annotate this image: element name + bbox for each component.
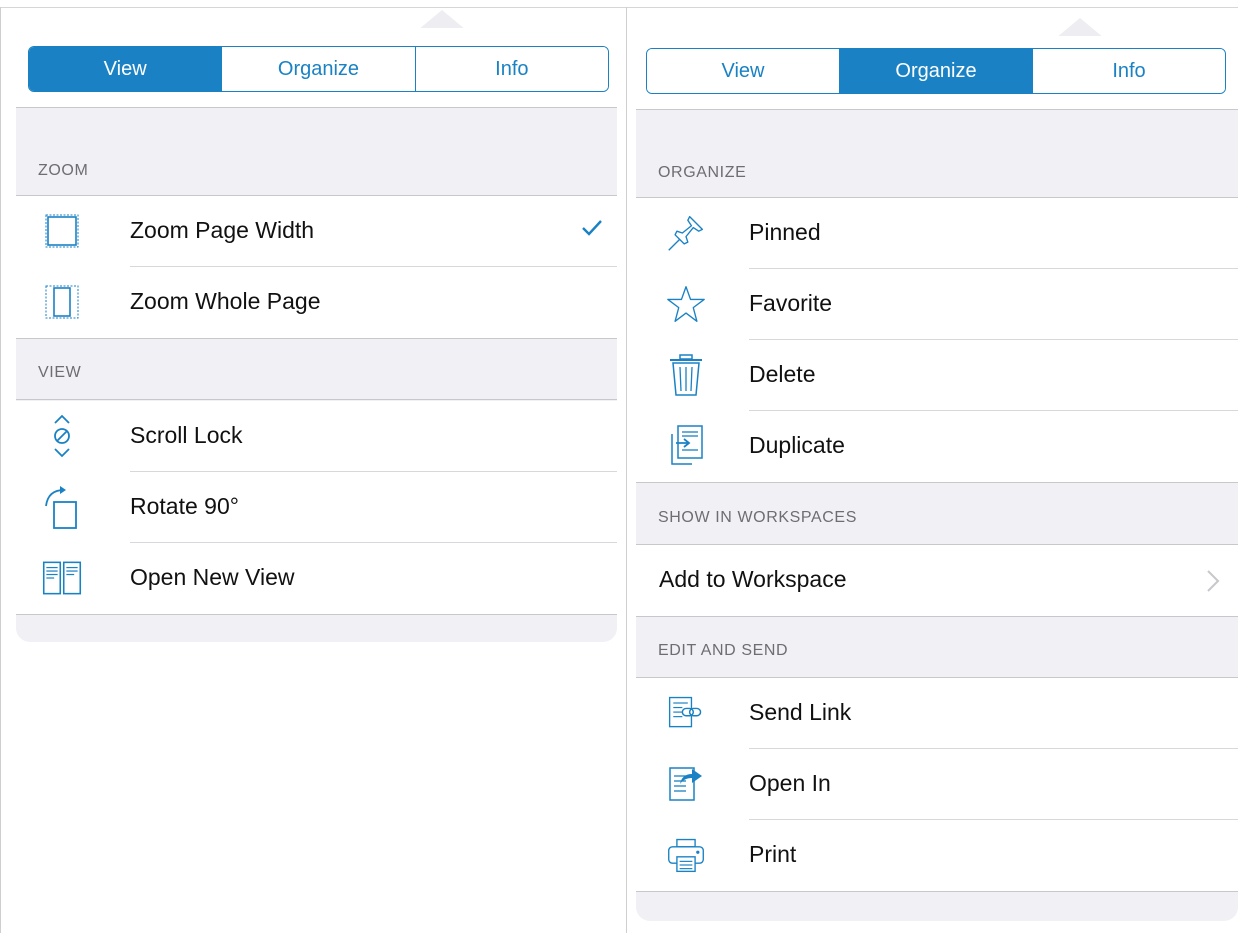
segmented-control: View Organize Info [646,48,1226,94]
section-header-view: VIEW [16,338,617,400]
tab-organize[interactable]: Organize [222,47,416,91]
tab-organize[interactable]: Organize [840,49,1033,93]
menu-item-favorite[interactable]: Favorite [636,269,1238,340]
menu-item-label: Favorite [749,290,833,316]
trash-icon [666,354,706,396]
screen-divider [626,7,627,933]
menu-item-scroll-lock[interactable]: Scroll Lock [16,401,617,472]
menu-item-label: Rotate 90° [130,493,239,519]
popover-arrow-right [1056,18,1104,38]
menu-item-open-new-view[interactable]: Open New View [16,543,617,614]
printer-icon [666,835,706,875]
pin-icon [666,213,706,253]
checkmark-icon [581,218,603,238]
menu-item-pinned[interactable]: Pinned [636,198,1238,269]
section-header-edit-and-send: EDIT AND SEND [636,616,1238,678]
view-list: Scroll Lock Rotate 90° Open New View [16,401,617,615]
menu-item-send-link[interactable]: Send Link [636,678,1238,749]
menu-item-label: Scroll Lock [130,422,243,448]
zoom-whole-page-icon [42,282,82,322]
view-popover: View Organize Info ZOOM Zoom Page Width [16,28,617,642]
popover-arrow-left [418,10,466,30]
star-icon [666,284,706,324]
menu-item-label: Duplicate [749,432,845,458]
open-in-icon [666,764,706,804]
duplicate-icon [666,425,706,466]
menu-item-zoom-page-width[interactable]: Zoom Page Width [16,196,617,267]
section-header-zoom: ZOOM [16,162,617,196]
scroll-lock-icon [42,414,82,458]
menu-item-delete[interactable]: Delete [636,340,1238,411]
chevron-right-icon [1206,569,1220,593]
zoom-page-width-icon [42,211,82,251]
menu-item-rotate[interactable]: Rotate 90° [16,472,617,543]
menu-item-label: Open In [749,770,831,796]
tab-view[interactable]: View [29,47,223,91]
edit-send-list: Send Link Open In Print [636,678,1238,892]
segmented-control: View Organize Info [28,46,609,92]
tab-info[interactable]: Info [415,47,608,91]
menu-item-duplicate[interactable]: Duplicate [636,411,1238,482]
organize-popover: View Organize Info ORGANIZE Pinned Favor… [636,36,1238,921]
split-view-icon [42,558,82,598]
menu-item-label: Zoom Page Width [130,217,315,243]
menu-item-print[interactable]: Print [636,820,1238,891]
menu-item-label: Delete [749,361,816,387]
workspaces-list: Add to Workspace [636,545,1238,617]
menu-item-label: Pinned [749,219,821,245]
menu-item-open-in[interactable]: Open In [636,749,1238,820]
organize-list: Pinned Favorite Delete Duplicate [636,198,1238,483]
menu-item-label: Open New View [130,564,295,590]
section-header-workspaces: SHOW IN WORKSPACES [636,483,1238,545]
section-header-organize: ORGANIZE [636,164,1238,198]
menu-item-label: Zoom Whole Page [130,288,321,314]
menu-item-label: Add to Workspace [659,566,847,592]
zoom-list: Zoom Page Width Zoom Whole Page [16,196,617,339]
left-edge [0,7,1,933]
menu-item-label: Send Link [749,699,852,725]
tab-view[interactable]: View [647,49,840,93]
rotate-icon [42,486,82,529]
window-top-edge [0,0,1238,8]
menu-item-zoom-whole-page[interactable]: Zoom Whole Page [16,267,617,338]
send-link-icon [666,693,706,733]
menu-item-label: Print [749,841,797,867]
tab-info[interactable]: Info [1033,49,1225,93]
menu-item-add-to-workspace[interactable]: Add to Workspace [636,545,1238,616]
